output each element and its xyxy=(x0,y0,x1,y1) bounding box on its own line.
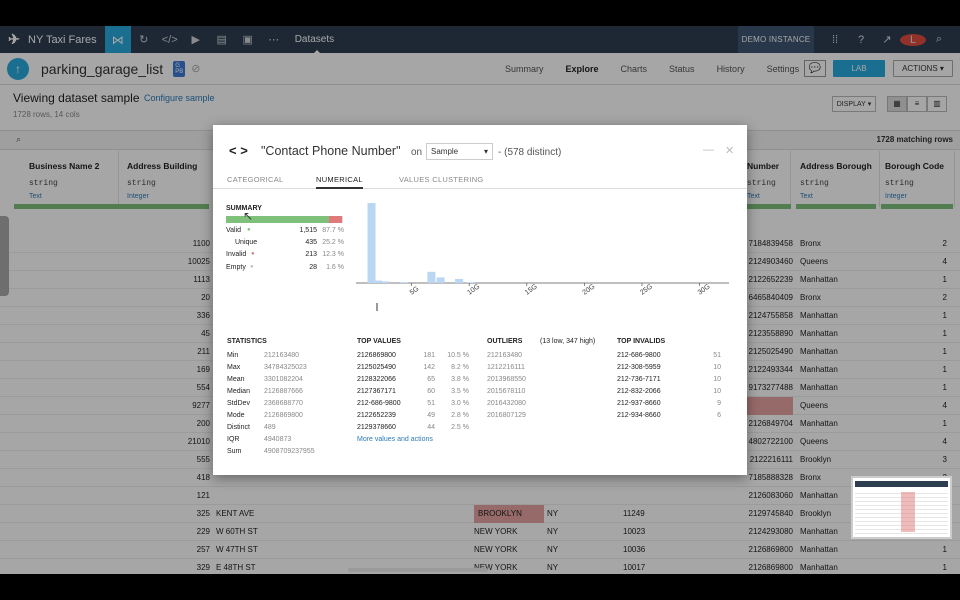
modal-title: "Contact Phone Number" xyxy=(261,144,401,158)
stat-row: Max 34784325023 xyxy=(227,364,307,371)
outliers-title: OUTLIERS xyxy=(487,338,523,345)
summary-label: Invalid xyxy=(226,251,247,259)
prev-column-icon[interactable]: < xyxy=(229,143,237,158)
histogram-bar[interactable] xyxy=(399,282,408,283)
stat-row: Distinct 489 xyxy=(227,424,276,431)
stat-row: 212163480 xyxy=(487,352,523,359)
tab-categorical[interactable]: CATEGORICAL xyxy=(227,175,284,184)
video-thumbnail[interactable] xyxy=(851,476,952,539)
histogram-bar[interactable] xyxy=(381,281,390,283)
more-values-link[interactable]: More values and actions xyxy=(357,436,469,448)
stat-row: 212-937-8660 9 xyxy=(617,400,721,407)
histogram-bar[interactable] xyxy=(367,203,376,283)
stat-row: 2128322066 65 3.8 % xyxy=(357,376,469,383)
valid-fill xyxy=(226,216,329,223)
tab-values-clustering[interactable]: VALUES CLUSTERING xyxy=(399,175,484,184)
x-tick-label: 30G xyxy=(697,283,712,296)
sample-select[interactable]: Sample xyxy=(426,143,493,160)
top-invalids-title: TOP INVALIDS xyxy=(617,338,666,345)
histogram-bar[interactable] xyxy=(436,277,445,283)
x-tick-label: 5G xyxy=(409,286,421,297)
stat-row: 2015678110 xyxy=(487,388,526,395)
summary-table: Valid ● 1,515 87.7 % Unique 435 25.2 % Invali… xyxy=(226,227,344,271)
stat-row: 2126869800 181 10.5 % xyxy=(357,352,469,359)
stat-row: 2016432080 xyxy=(487,400,526,407)
stat-row: 1212216111 xyxy=(487,364,525,371)
stat-row: 212-686-9800 51 3.0 % xyxy=(357,400,469,407)
stat-row: Mean 3301082204 xyxy=(227,376,303,383)
x-tick-label: 15G xyxy=(524,283,539,296)
invalid-fill xyxy=(328,216,342,223)
distinct-count: - (578 distinct) xyxy=(498,147,562,158)
summary-label: Empty xyxy=(226,263,246,271)
histogram-bar[interactable] xyxy=(374,280,383,283)
stat-row: Median 2126887666 xyxy=(227,388,303,395)
stat-row: 2122652239 49 2.8 % xyxy=(357,412,469,419)
summary-label: Valid xyxy=(226,227,242,234)
stat-row: 2127367171 60 3.5 % xyxy=(357,388,469,395)
x-tick-label: 20G xyxy=(582,283,597,296)
next-column-icon[interactable]: > xyxy=(240,143,248,158)
stat-row: 2125025490 142 8.2 % xyxy=(357,364,469,371)
minimize-icon[interactable]: — xyxy=(703,144,714,156)
app-screen: ✈ NY Taxi Fares ⋈ ↻ </> ▶ ▤ ▣ ⋯ Datasets… xyxy=(0,26,960,574)
histogram-bar[interactable] xyxy=(466,282,475,283)
summary-label: Unique xyxy=(235,239,258,247)
modal-tabs: CATEGORICAL NUMERICAL VALUES CLUSTERING xyxy=(213,174,747,189)
stat-row: StdDev 2368688770 xyxy=(227,400,303,407)
statistics-block: STATISTICS Min 212163480 Max 34784325023 Mea… xyxy=(227,338,342,460)
x-tick-label: 10G xyxy=(466,283,481,296)
top-invalids-block: TOP INVALIDS 212-686-9800 51 212-308-5959 1… xyxy=(617,338,727,424)
histogram-bar[interactable] xyxy=(455,279,464,283)
stat-row: 2016807129 xyxy=(487,412,526,419)
stat-row: IQR 4940873 xyxy=(227,436,292,443)
histogram-bar[interactable] xyxy=(427,271,436,283)
mouse-cursor-icon: ↖ xyxy=(243,209,254,223)
modal-on-label: on xyxy=(411,147,423,158)
top-values-block: TOP VALUES 2126869800 181 10.5 % 2125025490… xyxy=(357,338,469,448)
stat-row: 212-736-7171 10 xyxy=(617,376,721,383)
horizontal-scrollbar[interactable] xyxy=(348,568,488,572)
outliers-note: (13 low, 347 high) xyxy=(540,338,596,345)
stat-row: 212-832-2066 10 xyxy=(617,388,721,395)
stat-row: 2013968550 xyxy=(487,376,526,383)
stat-row: 212-308-5959 10 xyxy=(617,364,721,371)
stat-row: Min 212163480 xyxy=(227,352,300,359)
column-analysis-modal: < > "Contact Phone Number" on Sample - (… xyxy=(213,125,747,475)
x-tick-label: 25G xyxy=(639,283,654,296)
distribution-histogram[interactable]: 5G 10G 15G 20G 25G 30G xyxy=(356,199,731,311)
stat-row: Mode 2126869800 xyxy=(227,412,303,419)
stat-row: 2129378660 44 2.5 % xyxy=(357,424,469,431)
stat-row: 212-686-9800 51 xyxy=(617,352,721,359)
stat-row: Sum 4908709237955 xyxy=(227,448,315,455)
top-values-title: TOP VALUES xyxy=(357,338,401,345)
prev-next-arrows[interactable]: < > xyxy=(229,143,248,158)
outliers-block: OUTLIERS (13 low, 347 high) 212163480 1212… xyxy=(487,338,605,424)
tab-numerical[interactable]: NUMERICAL xyxy=(316,175,363,189)
close-icon[interactable]: ✕ xyxy=(725,144,734,157)
stat-row: 212-934-8660 6 xyxy=(617,412,721,419)
statistics-title: STATISTICS xyxy=(227,338,267,345)
